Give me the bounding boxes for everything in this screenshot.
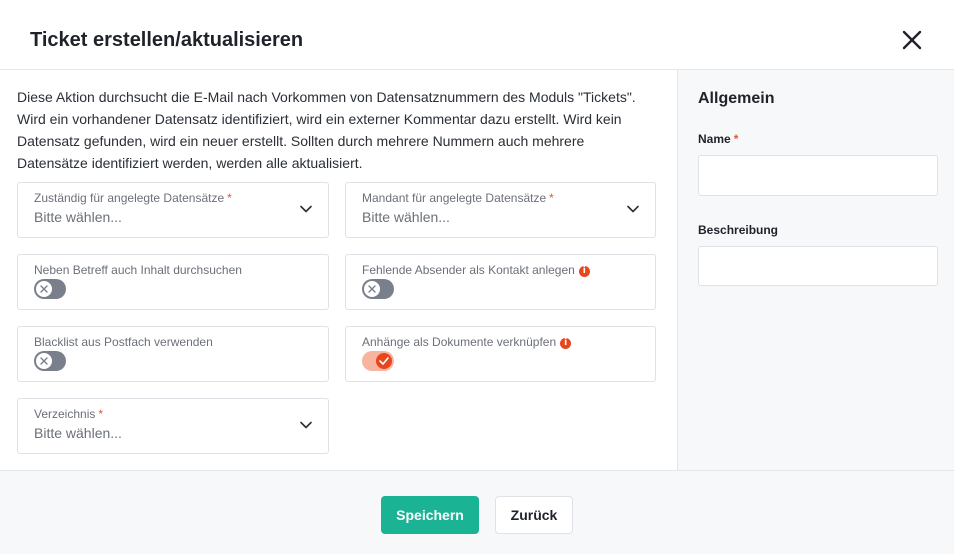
check-icon: [379, 357, 389, 365]
name-label: Name *: [698, 132, 739, 146]
tenant-select[interactable]: Mandant für angelegte Datensätze * Bitte …: [345, 182, 656, 238]
toggle-knob: [376, 353, 392, 369]
sidebar-title: Allgemein: [698, 90, 775, 107]
attachments-label: Anhänge als Dokumente verknüpfen i: [362, 335, 572, 349]
search-content-field: Neben Betreff auch Inhalt durchsuchen: [17, 254, 329, 310]
toggle-knob: [36, 353, 52, 369]
missing-sender-label: Fehlende Absender als Kontakt anlegen i: [362, 263, 590, 277]
search-content-label: Neben Betreff auch Inhalt durchsuchen: [34, 263, 242, 277]
required-mark: *: [549, 191, 554, 205]
toggle-knob: [364, 281, 380, 297]
attachments-field: Anhänge als Dokumente verknüpfen i: [345, 326, 656, 382]
directory-select[interactable]: Verzeichnis * Bitte wählen...: [17, 398, 329, 454]
general-sidebar: Allgemein Name * Beschreibung: [677, 70, 954, 470]
blacklist-label: Blacklist aus Postfach verwenden: [34, 335, 213, 349]
attachments-toggle[interactable]: [362, 351, 394, 371]
tenant-label: Mandant für angelegte Datensätze *: [362, 191, 554, 205]
directory-label: Verzeichnis *: [34, 407, 104, 421]
tenant-value: Bitte wählen...: [362, 209, 450, 225]
toggle-knob: [36, 281, 52, 297]
blacklist-toggle[interactable]: [34, 351, 66, 371]
directory-value: Bitte wählen...: [34, 425, 122, 441]
missing-sender-toggle[interactable]: [362, 279, 394, 299]
description-input[interactable]: [698, 246, 938, 286]
name-input[interactable]: [698, 155, 938, 196]
required-mark: *: [98, 407, 104, 421]
save-button[interactable]: Speichern: [381, 496, 479, 534]
chevron-down-icon[interactable]: [300, 421, 312, 429]
x-icon: [40, 357, 48, 365]
x-icon: [368, 285, 376, 293]
responsible-value: Bitte wählen...: [34, 209, 122, 225]
required-mark: *: [733, 132, 739, 146]
action-description: Diese Aktion durchsucht die E-Mail nach …: [17, 89, 636, 171]
dialog-title: Ticket erstellen/aktualisieren: [30, 29, 304, 51]
chevron-down-icon[interactable]: [300, 205, 312, 213]
close-icon[interactable]: [900, 28, 924, 52]
info-icon[interactable]: i: [578, 266, 590, 277]
chevron-down-icon[interactable]: [627, 205, 639, 213]
responsible-label: Zuständig für angelegte Datensätze *: [34, 191, 232, 205]
missing-sender-field: Fehlende Absender als Kontakt anlegen i: [345, 254, 656, 310]
search-content-toggle[interactable]: [34, 279, 66, 299]
dialog-header: Ticket erstellen/aktualisieren: [0, 0, 954, 70]
description-label: Beschreibung: [698, 223, 779, 237]
x-icon: [40, 285, 48, 293]
dialog-footer: Speichern Zurück: [0, 470, 954, 554]
blacklist-field: Blacklist aus Postfach verwenden: [17, 326, 329, 382]
back-button[interactable]: Zurück: [495, 496, 573, 534]
info-icon[interactable]: i: [560, 338, 572, 349]
responsible-select[interactable]: Zuständig für angelegte Datensätze * Bitt…: [17, 182, 329, 238]
main-panel: Diese Aktion durchsucht die E-Mail nach …: [0, 70, 677, 470]
required-mark: *: [227, 191, 232, 205]
